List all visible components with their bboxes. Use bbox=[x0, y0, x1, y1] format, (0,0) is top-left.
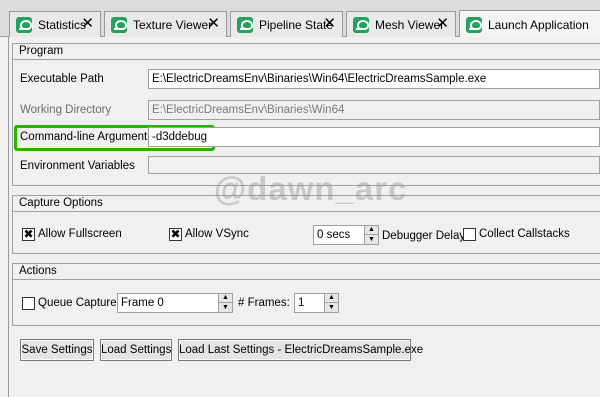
tab-label: Pipeline State bbox=[259, 17, 334, 32]
tab-pipeline-state[interactable]: Pipeline State ✕ bbox=[230, 11, 343, 37]
tab-label: Launch Application bbox=[488, 17, 589, 32]
working-dir-field[interactable]: E:\ElectricDreamsEnv\Binaries\Win64 bbox=[148, 100, 600, 120]
spin-buttons: ▲ ▼ bbox=[324, 294, 338, 312]
collect-callstacks-checkbox[interactable] bbox=[463, 228, 476, 241]
frames-value: 1 bbox=[298, 297, 305, 309]
cmdline-args-field[interactable]: -d3ddebug bbox=[148, 127, 600, 147]
group-title: Capture Options bbox=[13, 196, 600, 212]
working-dir-label: Working Directory bbox=[20, 104, 112, 116]
allow-vsync-checkbox[interactable]: ✖ bbox=[169, 228, 182, 241]
allow-fullscreen-checkbox[interactable]: ✖ bbox=[22, 228, 35, 241]
close-icon[interactable]: ✕ bbox=[207, 16, 220, 32]
tab-bar: Statistics ✕ Texture Viewer ✕ Pipeline S… bbox=[0, 0, 600, 38]
frame-value: Frame 0 bbox=[121, 297, 164, 309]
frames-label: # Frames: bbox=[238, 297, 290, 309]
tab-statistics[interactable]: Statistics ✕ bbox=[9, 11, 101, 37]
spin-down-icon[interactable]: ▼ bbox=[325, 303, 338, 312]
close-icon[interactable]: ✕ bbox=[323, 16, 336, 32]
exe-path-field[interactable]: E:\ElectricDreamsEnv\Binaries\Win64\Elec… bbox=[148, 69, 600, 89]
spin-buttons: ▲ ▼ bbox=[364, 226, 378, 244]
env-vars-field[interactable] bbox=[148, 156, 600, 174]
close-icon[interactable]: ✕ bbox=[436, 16, 449, 32]
tab-label: Statistics bbox=[38, 17, 87, 32]
tab-launch-application[interactable]: Launch Application bbox=[459, 10, 600, 38]
tab-icon bbox=[466, 16, 482, 33]
group-title: Program bbox=[13, 44, 600, 60]
tab-label: Texture Viewer bbox=[133, 17, 213, 32]
delay-value: 0 secs bbox=[317, 229, 351, 241]
tab-mesh-viewer[interactable]: Mesh Viewer ✕ bbox=[346, 11, 456, 37]
spin-down-icon[interactable]: ▼ bbox=[219, 303, 232, 312]
save-settings-button[interactable]: Save Settings bbox=[20, 339, 94, 361]
group-title: Actions bbox=[13, 264, 600, 280]
capture-options-group: Capture Options bbox=[12, 195, 600, 254]
debugger-delay-spinbox[interactable]: 0 secs ▲ ▼ bbox=[313, 225, 379, 245]
tab-texture-viewer[interactable]: Texture Viewer ✕ bbox=[104, 11, 227, 37]
frame-spinbox[interactable]: Frame 0 ▲ ▼ bbox=[117, 293, 233, 313]
queue-capture-label: Queue Capture bbox=[38, 297, 117, 309]
tab-icon bbox=[111, 16, 127, 33]
spin-down-icon[interactable]: ▼ bbox=[365, 235, 378, 244]
env-vars-label: Environment Variables bbox=[20, 160, 135, 172]
debugger-delay-label: Debugger Delay bbox=[382, 230, 466, 242]
spin-buttons: ▲ ▼ bbox=[218, 294, 232, 312]
tab-label: Mesh Viewer bbox=[375, 17, 445, 32]
allow-vsync-label: Allow VSync bbox=[185, 228, 249, 240]
exe-path-label: Executable Path bbox=[20, 73, 104, 85]
queue-capture-checkbox[interactable] bbox=[22, 297, 35, 310]
tab-icon bbox=[353, 16, 369, 33]
close-icon[interactable]: ✕ bbox=[81, 16, 94, 32]
tab-icon bbox=[237, 16, 253, 33]
collect-callstacks-label: Collect Callstacks bbox=[479, 228, 570, 240]
load-last-settings-button[interactable]: Load Last Settings - ElectricDreamsSampl… bbox=[178, 339, 423, 361]
frames-count-spinbox[interactable]: 1 ▲ ▼ bbox=[294, 293, 339, 313]
tab-icon bbox=[16, 16, 32, 33]
cmdline-args-label: Command-line Arguments bbox=[20, 131, 153, 143]
load-settings-button[interactable]: Load Settings bbox=[100, 339, 172, 361]
allow-fullscreen-label: Allow Fullscreen bbox=[38, 228, 122, 240]
